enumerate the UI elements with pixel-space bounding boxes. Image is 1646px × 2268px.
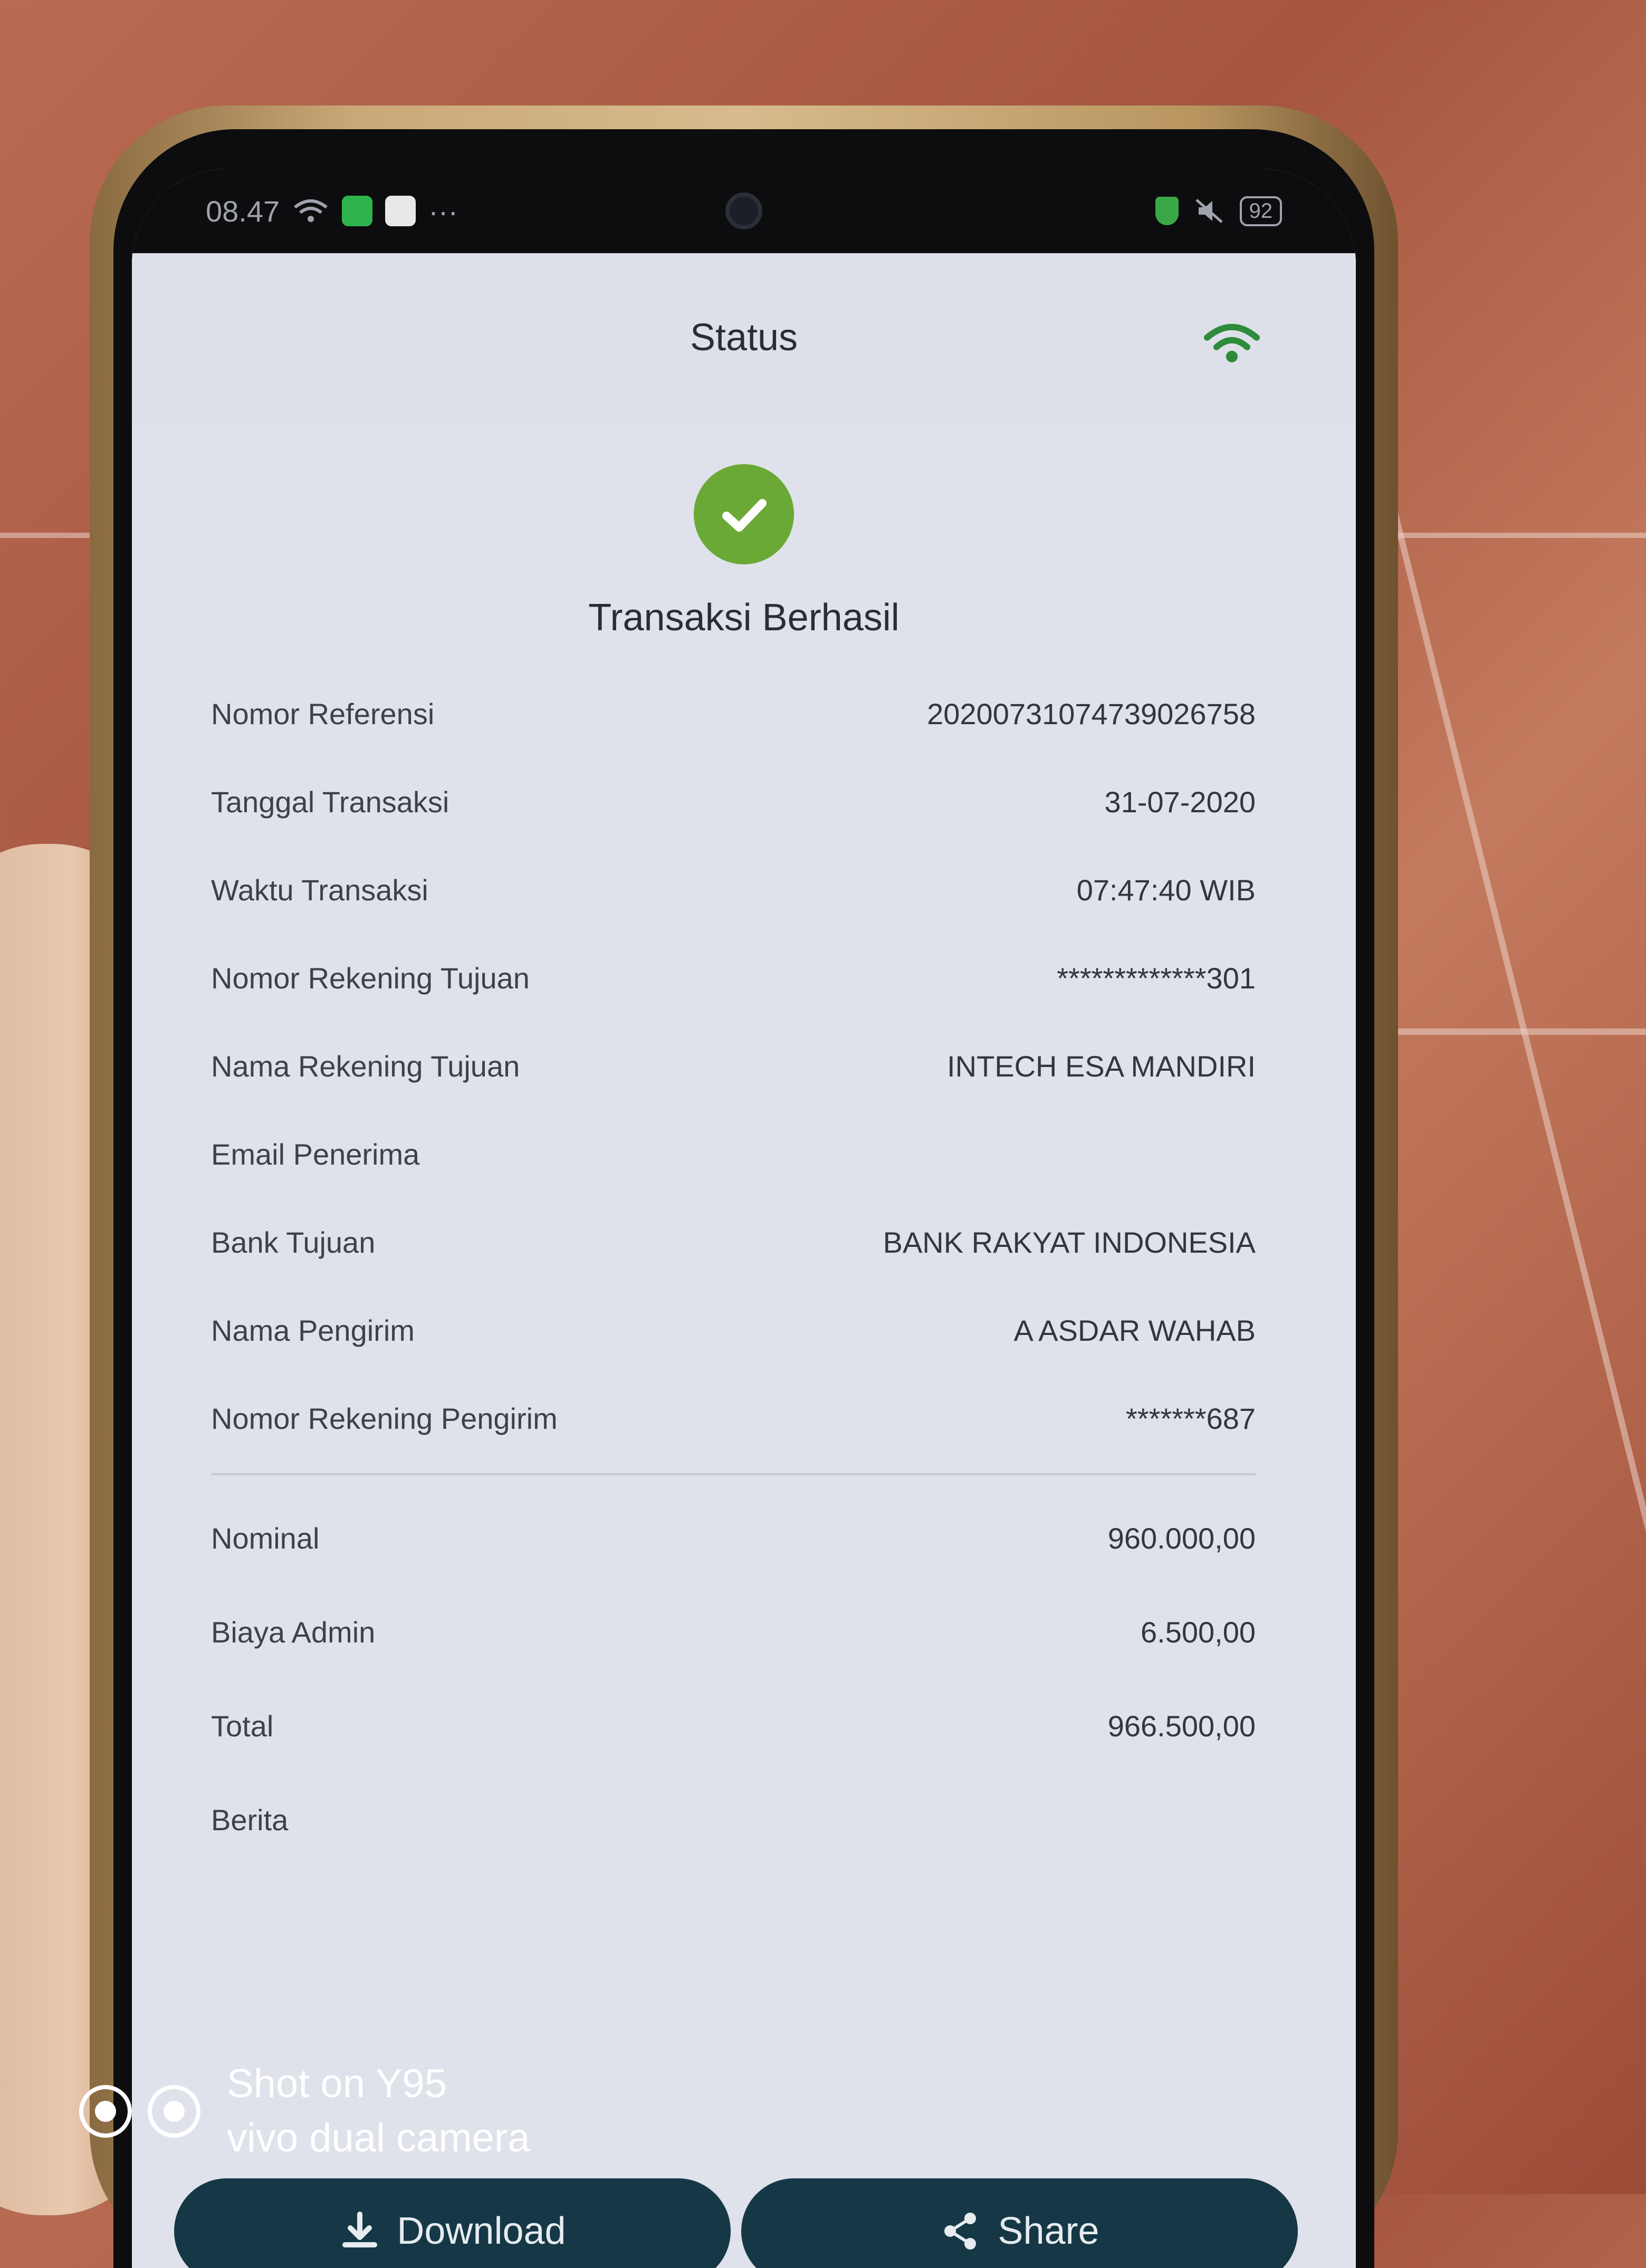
- battery-indicator: 92: [1239, 196, 1282, 226]
- action-buttons: Download Share: [174, 2178, 1298, 2268]
- receipt-content: Transaksi Berhasil Nomor Referensi 20200…: [132, 422, 1356, 2268]
- status-bar-left: 08.47 ···: [206, 194, 458, 228]
- phone-screen: 08.47 ··· 92 Status Transaksi Berhasil N…: [132, 169, 1356, 2268]
- transaction-status-title: Transaksi Berhasil: [588, 597, 899, 639]
- detail-value: A ASDAR WAHAB: [1013, 1314, 1256, 1347]
- camera-watermark: Shot on Y95 vivo dual camera: [79, 2057, 530, 2165]
- detail-label: Tanggal Transaksi: [211, 785, 449, 819]
- download-button-label: Download: [397, 2210, 566, 2252]
- amount-label: Berita: [211, 1803, 289, 1837]
- detail-label: Nama Pengirim: [211, 1314, 415, 1347]
- success-badge: [694, 464, 794, 564]
- wifi-icon: [1204, 324, 1260, 362]
- page-title: Status: [690, 316, 798, 359]
- camera-lens-icon: [148, 2084, 200, 2138]
- detail-row-recipient-email: Email Penerima: [211, 1110, 1256, 1198]
- amount-label: Total: [211, 1709, 274, 1743]
- divider: [211, 1473, 1256, 1475]
- detail-label: Nama Rekening Tujuan: [211, 1050, 520, 1083]
- share-button-label: Share: [998, 2210, 1099, 2252]
- detail-row-sender-name: Nama Pengirim A ASDAR WAHAB: [211, 1286, 1256, 1375]
- detail-row-destination-bank: Bank Tujuan BANK RAKYAT INDONESIA: [211, 1198, 1256, 1286]
- floor-seam: [1372, 1029, 1646, 1035]
- share-button[interactable]: Share: [741, 2178, 1298, 2268]
- camera-lens-icon: [79, 2084, 132, 2138]
- amount-label: Nominal: [211, 1521, 320, 1555]
- transaction-details: Nomor Referensi 20200731074739026758 Tan…: [211, 670, 1256, 1867]
- amount-row-nominal: Nominal 960.000,00: [211, 1491, 1256, 1585]
- watermark-line1: Shot on Y95: [227, 2061, 447, 2106]
- status-bar-right: 92: [1155, 196, 1282, 226]
- watermark-text: Shot on Y95 vivo dual camera: [227, 2057, 530, 2165]
- wifi-status-icon: [294, 199, 328, 222]
- detail-label: Bank Tujuan: [211, 1226, 376, 1259]
- front-camera: [725, 193, 762, 229]
- detail-value: INTECH ESA MANDIRI: [947, 1050, 1256, 1083]
- amount-label: Biaya Admin: [211, 1615, 376, 1649]
- detail-label: Nomor Referensi: [211, 697, 435, 731]
- download-button[interactable]: Download: [174, 2178, 731, 2268]
- app-header: Status: [132, 253, 1356, 422]
- detail-label: Nomor Rekening Tujuan: [211, 962, 530, 995]
- mute-icon: [1195, 199, 1223, 223]
- check-icon: [722, 499, 767, 532]
- detail-value: *******687: [1126, 1402, 1256, 1435]
- detail-label: Nomor Rekening Pengirim: [211, 1402, 558, 1435]
- more-notifications-icon: ···: [428, 194, 458, 228]
- floor-seam: [1382, 474, 1646, 2144]
- amount-row-admin-fee: Biaya Admin 6.500,00: [211, 1585, 1256, 1679]
- download-icon: [342, 2212, 378, 2247]
- detail-row-transaction-date: Tanggal Transaksi 31-07-2020: [211, 758, 1256, 846]
- amount-value: 960.000,00: [1107, 1521, 1256, 1555]
- detail-row-sender-account: Nomor Rekening Pengirim *******687: [211, 1375, 1256, 1463]
- detail-value: BANK RAKYAT INDONESIA: [883, 1226, 1256, 1259]
- amount-row-total: Total 966.500,00: [211, 1679, 1256, 1773]
- detail-row-destination-account: Nomor Rekening Tujuan *************301: [211, 934, 1256, 1022]
- phone: 08.47 ··· 92 Status Transaksi Berhasil N…: [90, 105, 1398, 2268]
- detail-label: Email Penerima: [211, 1138, 420, 1171]
- share-icon: [944, 2213, 977, 2250]
- detail-value: *************301: [1057, 962, 1256, 995]
- shield-icon: [1155, 197, 1179, 225]
- app-notification-icon: [385, 196, 416, 226]
- amount-row-message: Berita: [211, 1773, 1256, 1867]
- amount-value: 6.500,00: [1141, 1615, 1256, 1649]
- detail-row-reference-number: Nomor Referensi 20200731074739026758: [211, 670, 1256, 758]
- detail-value: 31-07-2020: [1104, 785, 1256, 819]
- watermark-icons: [79, 2084, 200, 2138]
- detail-row-destination-name: Nama Rekening Tujuan INTECH ESA MANDIRI: [211, 1022, 1256, 1110]
- status-time: 08.47: [206, 194, 280, 228]
- detail-value: 20200731074739026758: [927, 697, 1256, 731]
- detail-row-transaction-time: Waktu Transaksi 07:47:40 WIB: [211, 846, 1256, 934]
- whatsapp-notification-icon: [342, 196, 373, 226]
- amount-value: 966.500,00: [1107, 1709, 1256, 1743]
- detail-value: 07:47:40 WIB: [1076, 873, 1256, 907]
- detail-label: Waktu Transaksi: [211, 873, 428, 907]
- watermark-line2: vivo dual camera: [227, 2115, 530, 2160]
